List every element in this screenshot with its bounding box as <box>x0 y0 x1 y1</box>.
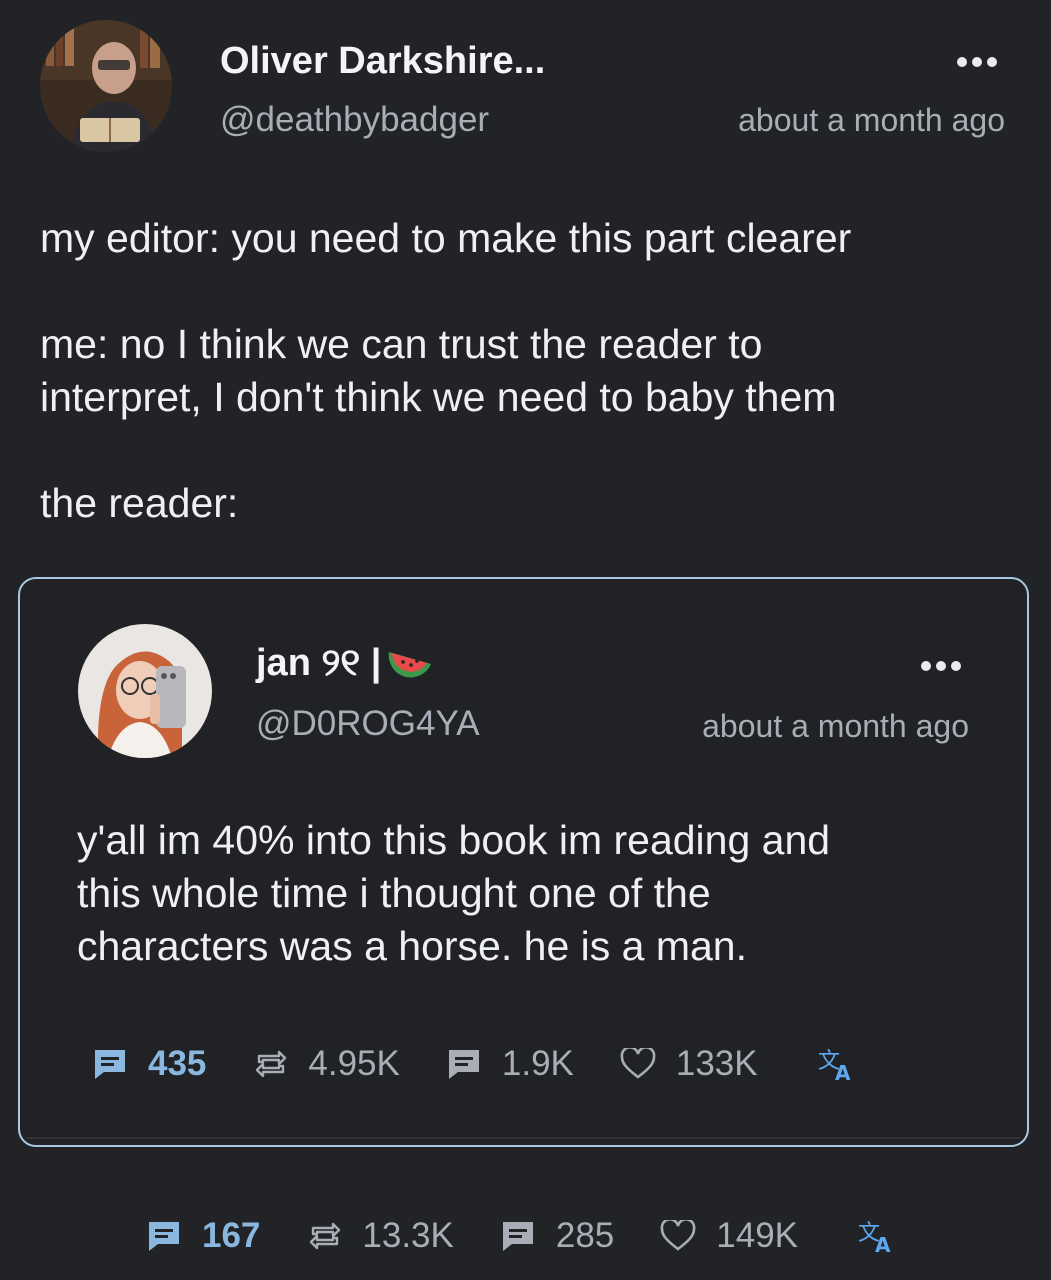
replies-count: 1.9K <box>501 1044 574 1083</box>
likes-count: 133K <box>675 1044 758 1083</box>
reply-bubble-icon <box>500 1219 536 1253</box>
post-stats: 167 13.3K 285 149K 文A <box>146 1216 898 1256</box>
translate-icon[interactable]: 文A <box>858 1218 898 1254</box>
more-horizontal-icon <box>957 57 967 67</box>
post-body-text: my editor: you need to make this part cl… <box>40 215 852 526</box>
quoted-post-stats: 435 4.95K 1.9K 133K 文A <box>92 1044 858 1084</box>
svg-text:A: A <box>835 1061 851 1082</box>
quotes-count: 435 <box>148 1044 207 1083</box>
translate-icon[interactable]: 文A <box>818 1046 858 1082</box>
repost-icon <box>254 1049 288 1079</box>
like-button[interactable]: 149K <box>660 1216 798 1256</box>
author-handle[interactable]: @deathbybadger <box>220 100 489 140</box>
post-timestamp: about a month ago <box>738 102 1005 138</box>
quotes-button[interactable]: 167 <box>146 1216 260 1256</box>
author-avatar[interactable] <box>40 20 172 152</box>
quotes-button[interactable]: 435 <box>92 1044 206 1084</box>
reply-button[interactable]: 1.9K <box>446 1044 574 1084</box>
like-button[interactable]: 133K <box>620 1044 758 1084</box>
quoted-post-timestamp: about a month ago <box>702 708 969 744</box>
quote-bubble-icon <box>92 1047 128 1081</box>
quoted-author-handle[interactable]: @D0ROG4YA <box>256 704 480 744</box>
quoted-author-display-name[interactable]: jan ୨୧ | <box>256 642 433 685</box>
repost-button[interactable]: 13.3K <box>308 1216 454 1256</box>
reply-button[interactable]: 285 <box>500 1216 614 1256</box>
quote-bubble-icon <box>146 1219 182 1253</box>
quoted-more-options-button[interactable] <box>921 661 961 671</box>
more-options-button[interactable] <box>957 57 997 67</box>
likes-count: 149K <box>716 1216 799 1255</box>
quoted-author-avatar[interactable] <box>78 624 212 758</box>
quoted-author-name-text: jan ୨୧ | <box>256 642 382 684</box>
svg-text:A: A <box>875 1233 891 1254</box>
author-display-name[interactable]: Oliver Darkshire... <box>220 40 545 83</box>
reply-bubble-icon <box>446 1047 482 1081</box>
watermelon-emoji <box>387 646 433 682</box>
repost-icon <box>308 1221 342 1251</box>
heart-icon <box>660 1220 696 1252</box>
quoted-post-body-text: y'all im 40% into this book im reading a… <box>77 817 831 969</box>
repost-button[interactable]: 4.95K <box>254 1044 400 1084</box>
quotes-count: 167 <box>202 1216 261 1255</box>
heart-icon <box>620 1048 656 1080</box>
replies-count: 285 <box>555 1216 615 1255</box>
reposts-count: 4.95K <box>308 1044 400 1083</box>
more-horizontal-icon <box>921 661 931 671</box>
post-detail-page: Oliver Darkshire... @deathbybadger about… <box>0 0 1051 1280</box>
reposts-count: 13.3K <box>362 1216 454 1255</box>
